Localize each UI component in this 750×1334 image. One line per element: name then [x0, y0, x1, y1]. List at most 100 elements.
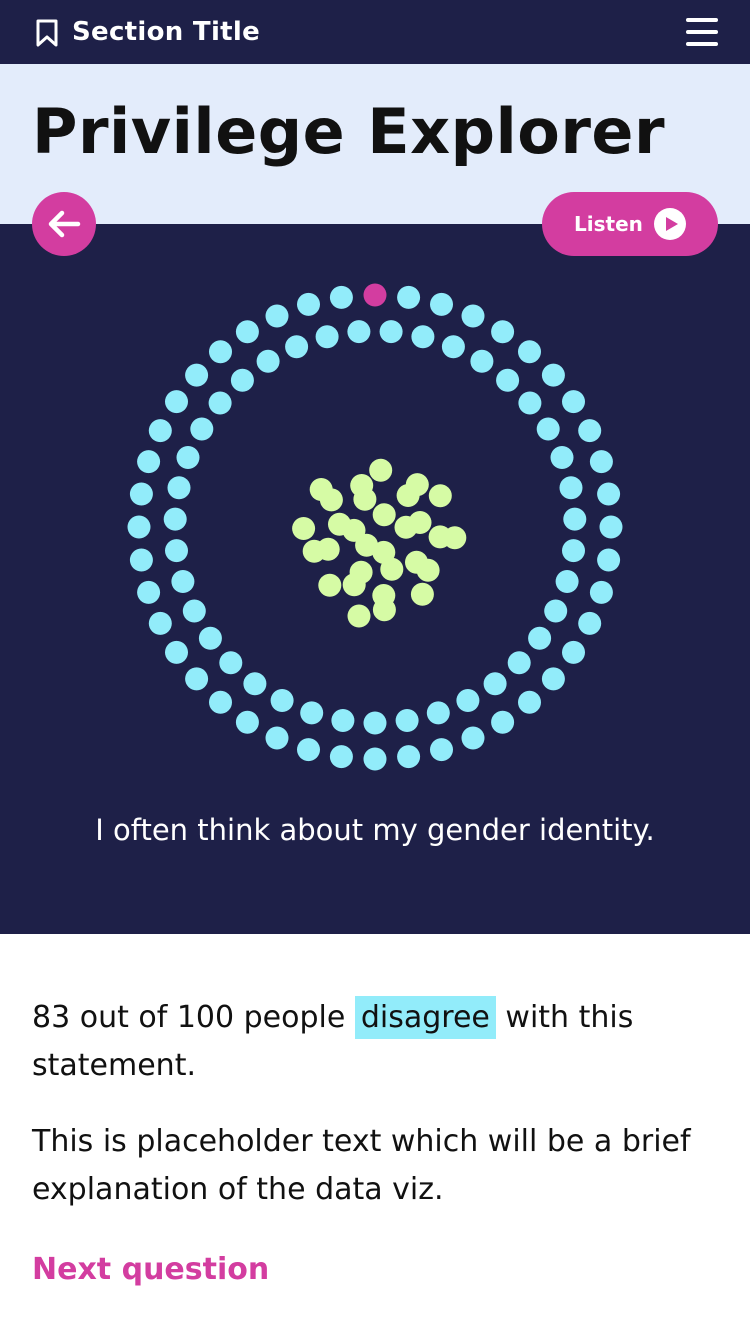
agree-dot [347, 604, 371, 628]
hamburger-menu-icon[interactable] [686, 16, 720, 48]
disagree-dot [265, 304, 289, 328]
disagree-dot [165, 539, 188, 563]
agree-dot [318, 573, 342, 597]
disagree-dot [331, 709, 355, 732]
arrow-left-icon [48, 210, 81, 238]
agree-dot [372, 503, 396, 527]
disagree-dot [379, 320, 403, 344]
disagree-dot [411, 325, 435, 349]
disagree-dot [209, 690, 232, 714]
disagree-dot [185, 667, 209, 691]
disagree-dot [235, 320, 259, 344]
disagree-dot [190, 417, 214, 441]
agree-dot [302, 539, 326, 563]
disagree-dot [491, 320, 515, 344]
disagree-dot [589, 580, 613, 604]
explanation-text: This is placeholder text which will be a… [32, 1124, 691, 1207]
section-title: Section Title [72, 17, 261, 47]
disagree-dot [137, 450, 161, 474]
disagree-dot [541, 363, 565, 387]
agree-dot [428, 484, 452, 508]
result-prefix: 83 out of 100 people [32, 1000, 355, 1035]
disagree-dot [219, 651, 243, 675]
data-visualization-panel: I often think about my gender identity. [0, 224, 750, 934]
disagree-dot [137, 580, 161, 604]
disagree-dot [176, 446, 200, 469]
disagree-dot [256, 349, 280, 373]
agree-dot [405, 473, 429, 497]
disagree-dot [430, 738, 453, 762]
agree-dot [350, 474, 374, 497]
disagree-dot [470, 349, 494, 373]
disagree-dot [129, 482, 153, 506]
disagree-dot [589, 450, 613, 474]
disagree-dot [507, 651, 531, 675]
disagree-dot [297, 738, 320, 762]
disagree-dot [562, 539, 585, 563]
disagree-dot [167, 476, 191, 500]
disagree-dot [171, 570, 195, 593]
disagree-dot [559, 476, 583, 500]
disagree-dot [300, 701, 324, 725]
disagree-dot [347, 320, 371, 344]
disagree-dot [528, 626, 552, 650]
disagree-dot [209, 340, 232, 364]
next-question-link[interactable]: Next question [32, 1250, 269, 1290]
disagree-dot [185, 363, 209, 387]
disagree-dot [518, 690, 541, 714]
disagree-dot [430, 292, 453, 316]
agree-dot [355, 533, 379, 557]
disagree-dot [397, 745, 421, 769]
disagree-dot [270, 689, 294, 712]
disagree-dot [297, 292, 320, 316]
back-button[interactable] [32, 192, 96, 256]
disagree-dot [285, 335, 309, 359]
disagree-dot [243, 672, 267, 696]
disagree-dot [165, 390, 188, 414]
disagree-dot [441, 335, 465, 359]
page-title: Privilege Explorer [32, 95, 666, 168]
disagree-dot [550, 446, 574, 469]
agree-dot [309, 478, 333, 501]
agree-dot [372, 598, 396, 622]
disagree-dot [329, 745, 353, 769]
disagree-dot [562, 390, 585, 414]
dot-visualization [127, 283, 623, 771]
disagree-dot [230, 368, 254, 392]
disagree-dot [541, 667, 565, 691]
disagree-dot [536, 417, 560, 441]
disagree-dot [483, 672, 507, 696]
disagree-dot [148, 611, 172, 635]
disagree-dot [578, 419, 602, 443]
bookmark-icon[interactable] [35, 19, 59, 47]
agree-dot [342, 573, 366, 597]
disagree-dot [456, 689, 480, 712]
disagree-dot [562, 640, 585, 664]
disagree-dot [363, 283, 387, 307]
disagree-dot [461, 304, 485, 328]
agree-dot [443, 526, 467, 550]
disagree-dot [563, 507, 587, 531]
disagree-dot [496, 368, 520, 392]
agree-dot [408, 511, 432, 534]
listen-button[interactable]: Listen [542, 192, 718, 256]
disagree-dot [599, 515, 623, 539]
disagree-dot [163, 507, 187, 531]
disagree-dot [127, 515, 151, 539]
disagree-dot [518, 391, 542, 415]
play-icon [654, 208, 686, 240]
disagree-dot [208, 391, 232, 415]
highlighted-response: disagree [354, 996, 496, 1039]
disagree-dot [544, 599, 568, 623]
disagree-dot [182, 599, 206, 623]
disagree-dot [129, 548, 153, 572]
top-navigation-bar: Section Title [0, 0, 750, 64]
disagree-dot [491, 710, 515, 734]
disagree-dot [235, 710, 259, 734]
result-summary: 83 out of 100 people disagree with this … [32, 994, 718, 1090]
disagree-dot [329, 285, 353, 309]
disagree-dot [397, 285, 421, 309]
disagree-dot [265, 726, 289, 750]
disagree-dot [597, 548, 621, 572]
agree-dot [328, 512, 351, 536]
